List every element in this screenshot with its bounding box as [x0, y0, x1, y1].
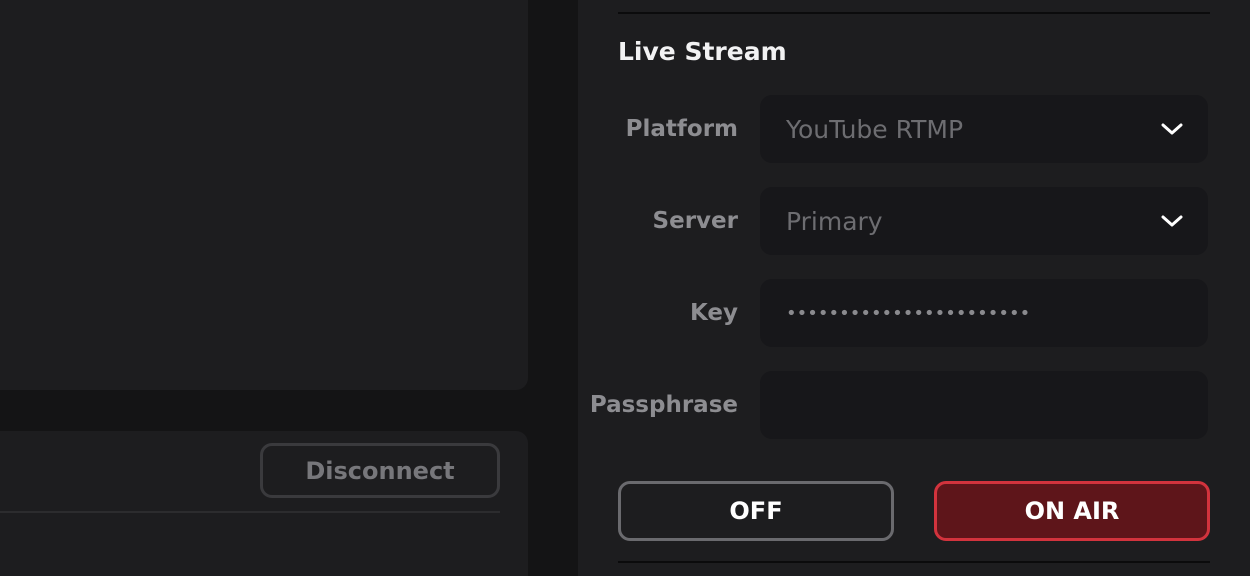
app-root: Disconnect Live Stream Platform YouTube …: [0, 0, 1250, 576]
disconnect-button[interactable]: Disconnect: [260, 443, 500, 498]
key-label: Key: [689, 300, 738, 326]
chevron-down-icon: [1152, 201, 1192, 241]
passphrase-label: Passphrase: [589, 392, 738, 418]
chevron-down-icon: [1152, 109, 1192, 149]
section-title: Live Stream: [618, 37, 787, 66]
divider-top: [618, 12, 1210, 14]
key-field[interactable]: •••••••••••••••••••••••: [760, 279, 1208, 347]
connection-panel: Disconnect: [0, 431, 528, 576]
platform-label: Platform: [625, 116, 738, 142]
left-column: Disconnect: [0, 0, 528, 576]
platform-value: YouTube RTMP: [786, 114, 964, 144]
key-value: •••••••••••••••••••••••: [786, 302, 1031, 324]
server-value: Primary: [786, 206, 883, 236]
divider-bottom: [618, 561, 1210, 563]
preview-panel: [0, 0, 528, 390]
on-air-button[interactable]: ON AIR: [934, 481, 1210, 541]
server-select[interactable]: Primary: [760, 187, 1208, 255]
live-stream-panel: Live Stream Platform YouTube RTMP Server…: [578, 0, 1250, 576]
passphrase-field[interactable]: [760, 371, 1208, 439]
server-label: Server: [652, 208, 738, 234]
platform-select[interactable]: YouTube RTMP: [760, 95, 1208, 163]
off-button[interactable]: OFF: [618, 481, 894, 541]
divider: [0, 511, 500, 513]
